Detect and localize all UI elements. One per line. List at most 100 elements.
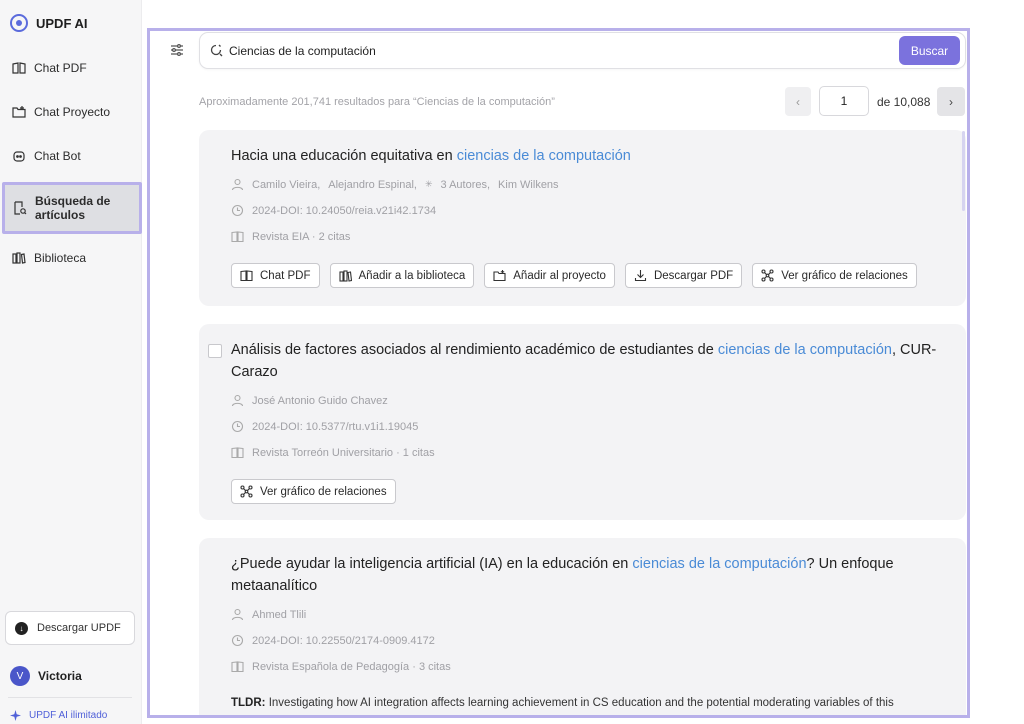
- search-input[interactable]: [229, 41, 879, 61]
- result-title[interactable]: Hacia una educación equitativa en cienci…: [231, 145, 942, 167]
- folder-plus-icon: [493, 269, 506, 282]
- result-card: Análisis de factores asociados al rendim…: [199, 324, 966, 520]
- journal-row: Revista Española de Pedagogía · 3 citas: [231, 660, 451, 673]
- clock-icon: [231, 204, 244, 217]
- result-card: ¿Puede ayudar la inteligencia artificial…: [199, 538, 966, 715]
- author-name[interactable]: José Antonio Guido Chavez: [252, 395, 388, 407]
- more-authors-icon: ✳: [424, 179, 433, 189]
- download-icon: ↓: [15, 621, 28, 635]
- unlimited-label: UPDF AI ilimitado: [29, 710, 108, 721]
- next-page-button[interactable]: ›: [937, 87, 965, 116]
- author-name[interactable]: Kim Wilkens: [498, 179, 559, 191]
- chevron-left-icon: ‹: [796, 94, 800, 109]
- search-bar: Buscar: [199, 32, 966, 69]
- updf-ai-unlimited-link[interactable]: UPDF AI ilimitado: [10, 710, 107, 721]
- divider: [8, 697, 132, 698]
- scrollbar[interactable]: [962, 131, 965, 211]
- card-actions: Ver gráfico de relaciones: [231, 479, 396, 504]
- sidebar-item-label: Chat Bot: [34, 149, 81, 163]
- sidebar-item-label: Chat PDF: [34, 61, 87, 75]
- book-open-icon: [231, 230, 244, 243]
- user-icon: [231, 608, 244, 621]
- doi-row: 2024-DOI: 10.22550/2174-0909.4172: [231, 634, 435, 647]
- book-open-icon: [240, 269, 253, 282]
- sidebar-item-chat-proyecto[interactable]: Chat Proyecto: [4, 104, 138, 120]
- sidebar-item-label-line2: artículos: [35, 208, 86, 222]
- search-button[interactable]: Buscar: [899, 36, 960, 65]
- brand[interactable]: UPDF AI: [10, 14, 88, 32]
- sidebar-item-label: Chat Proyecto: [34, 105, 111, 119]
- relations-graph-button[interactable]: Ver gráfico de relaciones: [752, 263, 917, 288]
- journal-row: Revista EIA · 2 citas: [231, 230, 350, 243]
- search-results-panel: Buscar Aproximadamente 201,741 resultado…: [147, 28, 970, 718]
- sidebar-item-label: Biblioteca: [34, 251, 87, 265]
- page-total: de 10,088: [877, 95, 931, 109]
- sidebar-item-biblioteca[interactable]: Biblioteca: [4, 250, 138, 266]
- bot-icon: [12, 149, 26, 163]
- book-open-icon: [231, 446, 244, 459]
- sidebar: UPDF AI Chat PDF Chat Proyecto Chat Bot …: [0, 0, 142, 724]
- book-open-icon: [12, 61, 26, 75]
- card-actions: Chat PDF Añadir a la biblioteca Añadir a…: [231, 263, 917, 288]
- doi-text: 2024-DOI: 10.22550/2174-0909.4172: [252, 634, 435, 647]
- author-name[interactable]: Camilo Vieira,: [252, 179, 320, 191]
- authors-row: Camilo Vieira, Alejandro Espinal, ✳ 3 Au…: [231, 178, 559, 191]
- more-authors[interactable]: 3 Autores,: [441, 179, 491, 191]
- avatar: V: [10, 666, 30, 686]
- author-name[interactable]: Ahmed Tlili: [252, 609, 306, 621]
- updf-logo-icon: [10, 14, 28, 32]
- add-to-project-button[interactable]: Añadir al proyecto: [484, 263, 615, 288]
- book-open-icon: [231, 660, 244, 673]
- doi-text: 2024-DOI: 10.5377/rtu.v1i1.19045: [252, 420, 419, 433]
- journal-text: Revista Torreón Universitario · 1 citas: [252, 446, 435, 459]
- document-search-icon: [13, 201, 27, 215]
- brand-name: UPDF AI: [36, 15, 88, 31]
- tldr-label: TLDR:: [231, 697, 266, 709]
- user-name: Victoria: [38, 669, 82, 683]
- sidebar-item-chat-bot[interactable]: Chat Bot: [4, 148, 138, 164]
- select-checkbox[interactable]: [208, 344, 222, 358]
- journal-text: Revista EIA · 2 citas: [252, 230, 351, 243]
- journal-text: Revista Española de Pedagogía · 3 citas: [252, 660, 451, 673]
- result-title[interactable]: Análisis de factores asociados al rendim…: [231, 339, 942, 383]
- add-to-library-button[interactable]: Añadir a la biblioteca: [329, 263, 475, 288]
- user-icon: [231, 178, 244, 191]
- chat-pdf-button[interactable]: Chat PDF: [231, 263, 320, 288]
- author-name[interactable]: Alejandro Espinal,: [328, 179, 417, 191]
- user-profile[interactable]: V Victoria: [10, 666, 82, 686]
- download-pdf-button[interactable]: Descargar PDF: [624, 263, 743, 288]
- filter-settings-icon[interactable]: [169, 42, 185, 58]
- sidebar-item-label-line1: Búsqueda de: [35, 194, 111, 208]
- title-highlight: ciencias de la computación: [632, 556, 807, 572]
- search-icon: [210, 44, 223, 57]
- authors-row: José Antonio Guido Chavez: [231, 394, 388, 407]
- sparkle-icon: [10, 710, 21, 721]
- graph-icon: [761, 269, 774, 282]
- result-card: Hacia una educación equitativa en cienci…: [199, 130, 966, 306]
- page-number-input[interactable]: [819, 86, 869, 116]
- title-highlight: ciencias de la computación: [717, 342, 892, 358]
- previous-page-button[interactable]: ‹: [785, 87, 811, 116]
- journal-row: Revista Torreón Universitario · 1 citas: [231, 446, 435, 459]
- sidebar-item-chat-pdf[interactable]: Chat PDF: [4, 60, 138, 76]
- authors-row: Ahmed Tlili: [231, 608, 306, 621]
- folder-plus-icon: [12, 105, 26, 119]
- tldr-text: Investigating how AI integration affects…: [268, 697, 894, 709]
- download-updf-label: Descargar UPDF: [37, 622, 121, 634]
- clock-icon: [231, 634, 244, 647]
- result-title[interactable]: ¿Puede ayudar la inteligencia artificial…: [231, 553, 942, 597]
- doi-text: 2024-DOI: 10.24050/reia.v21i42.1734: [252, 204, 437, 217]
- chevron-right-icon: ›: [949, 94, 953, 109]
- graph-icon: [240, 485, 253, 498]
- relations-graph-button[interactable]: Ver gráfico de relaciones: [231, 479, 396, 504]
- clock-icon: [231, 420, 244, 433]
- sidebar-item-busqueda-articulos[interactable]: Búsqueda de artículos: [2, 182, 142, 234]
- results-count: Aproximadamente 201,741 resultados para …: [199, 96, 555, 108]
- title-highlight: ciencias de la computación: [456, 148, 631, 164]
- doi-row: 2024-DOI: 10.5377/rtu.v1i1.19045: [231, 420, 418, 433]
- library-icon: [338, 269, 352, 282]
- tldr-summary: TLDR: Investigating how AI integration a…: [231, 697, 946, 709]
- library-icon: [12, 251, 26, 265]
- doi-row: 2024-DOI: 10.24050/reia.v21i42.1734: [231, 204, 436, 217]
- download-updf-button[interactable]: ↓ Descargar UPDF: [5, 611, 135, 645]
